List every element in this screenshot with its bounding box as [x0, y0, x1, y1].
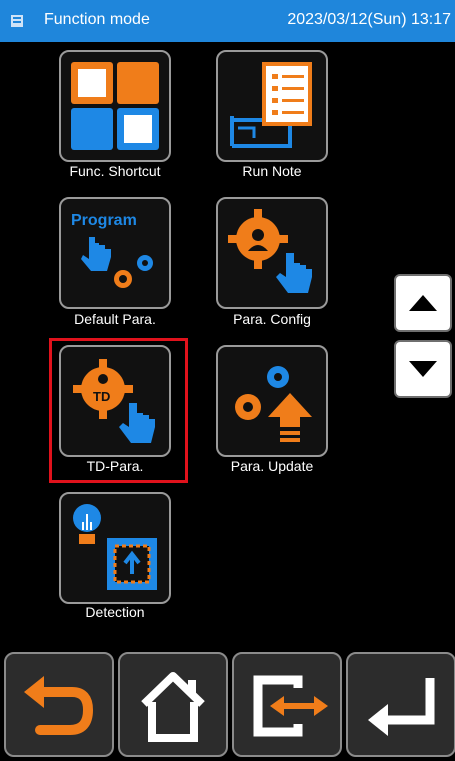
para-update-label: Para. Update [230, 458, 314, 474]
run-note-icon [230, 62, 312, 148]
enter-button[interactable] [346, 652, 455, 757]
datetime: 2023/03/12(Sun) 13:17 [287, 11, 451, 28]
func-shortcut-label: Func. Shortcut [69, 163, 161, 179]
scroll-up-button[interactable] [394, 274, 452, 332]
title-bar: Function mode 2023/03/12(Sun) 13:17 [0, 0, 455, 42]
run-note-label: Run Note [242, 163, 302, 179]
parameter-config-icon [228, 209, 312, 293]
enter-icon [368, 678, 435, 736]
back-arrow-icon [24, 676, 94, 735]
func-shortcut-button[interactable] [59, 50, 171, 162]
menu-icon[interactable] [10, 14, 24, 28]
shortcut-grid-icon [71, 62, 159, 150]
home-button[interactable] [118, 652, 228, 757]
selection-frame [49, 338, 188, 483]
para-config-label: Para. Config [233, 311, 311, 327]
detection-button[interactable] [59, 492, 171, 604]
scroll-down-button[interactable] [394, 340, 452, 398]
default-para-button[interactable]: Program [59, 197, 171, 309]
bottom-toolbar [0, 648, 455, 761]
program-default-icon: Program [71, 212, 153, 288]
para-update-button[interactable] [216, 345, 328, 457]
default-para-label: Default Para. [74, 311, 156, 327]
detection-icon [73, 504, 157, 590]
detection-label: Detection [85, 604, 145, 620]
parameter-update-icon [235, 366, 312, 442]
arrow-up-icon [409, 295, 437, 311]
arrow-down-icon [409, 361, 437, 377]
switch-button[interactable] [232, 652, 342, 757]
para-config-button[interactable] [216, 197, 328, 309]
switch-icon [253, 675, 328, 737]
back-button[interactable] [4, 652, 114, 757]
page-title: Function mode [44, 11, 150, 28]
home-icon [141, 672, 205, 742]
run-note-button[interactable] [216, 50, 328, 162]
svg-text:Program: Program [71, 212, 137, 229]
